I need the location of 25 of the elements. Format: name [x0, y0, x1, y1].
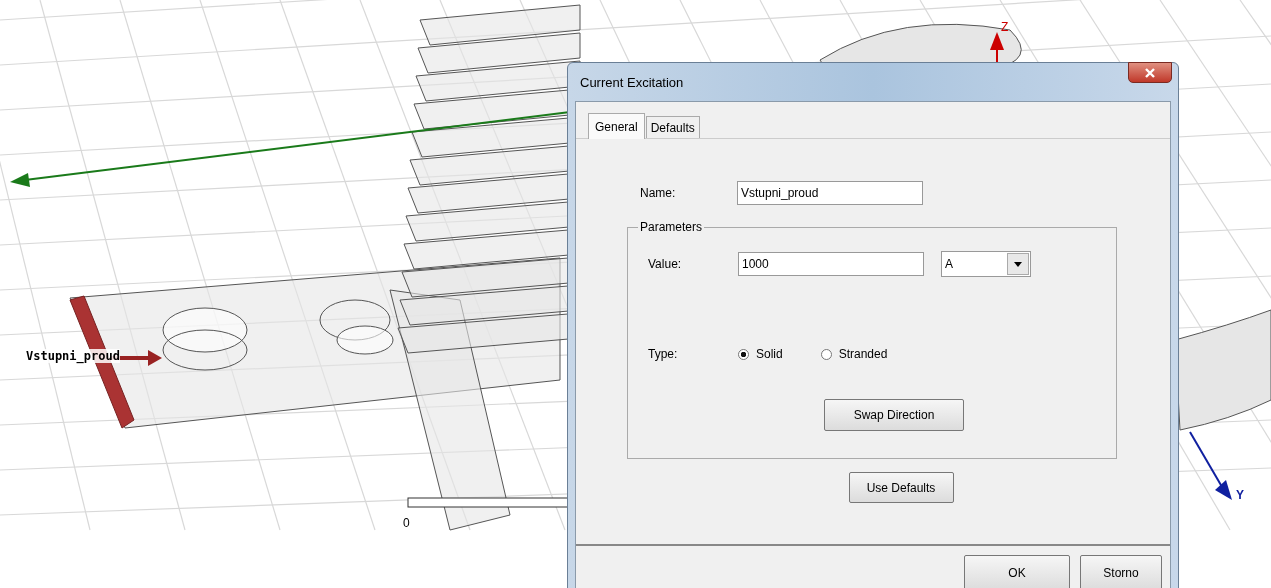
tab[interactable]: General — [588, 113, 645, 139]
z-axis-arrow — [990, 32, 1004, 63]
window-title: Current Excitation — [580, 74, 684, 90]
ok-button[interactable]: OK — [964, 555, 1070, 588]
close-icon — [1145, 67, 1155, 78]
unit-dropdown[interactable]: A — [941, 251, 1031, 277]
value-label: Value: — [648, 257, 683, 271]
name-label: Name: — [640, 186, 677, 200]
close-button[interactable] — [1128, 62, 1172, 83]
radio-option[interactable]: Stranded — [820, 347, 888, 361]
y-axis-label: Y — [1236, 488, 1244, 502]
z-axis-label: Z — [1001, 20, 1009, 34]
value-field[interactable]: 1000 — [738, 252, 924, 276]
caret-icon — [1014, 261, 1022, 267]
y-axis-arrow — [1189, 431, 1232, 500]
scale-label: 0 — [403, 516, 410, 530]
use-defaults-button[interactable]: Use Defaults — [848, 472, 954, 503]
type-label: Type: — [648, 347, 679, 361]
radio-option[interactable]: Solid — [738, 347, 783, 361]
name-field[interactable]: Vstupni_proud — [737, 181, 923, 205]
cancel-button[interactable]: Storno — [1080, 555, 1162, 588]
tab[interactable]: Defaults — [645, 116, 700, 138]
group-title: Parameters — [638, 220, 705, 234]
swap-direction-button[interactable]: Swap Direction — [824, 399, 964, 431]
object-label: Vstupni_proud — [26, 349, 120, 363]
